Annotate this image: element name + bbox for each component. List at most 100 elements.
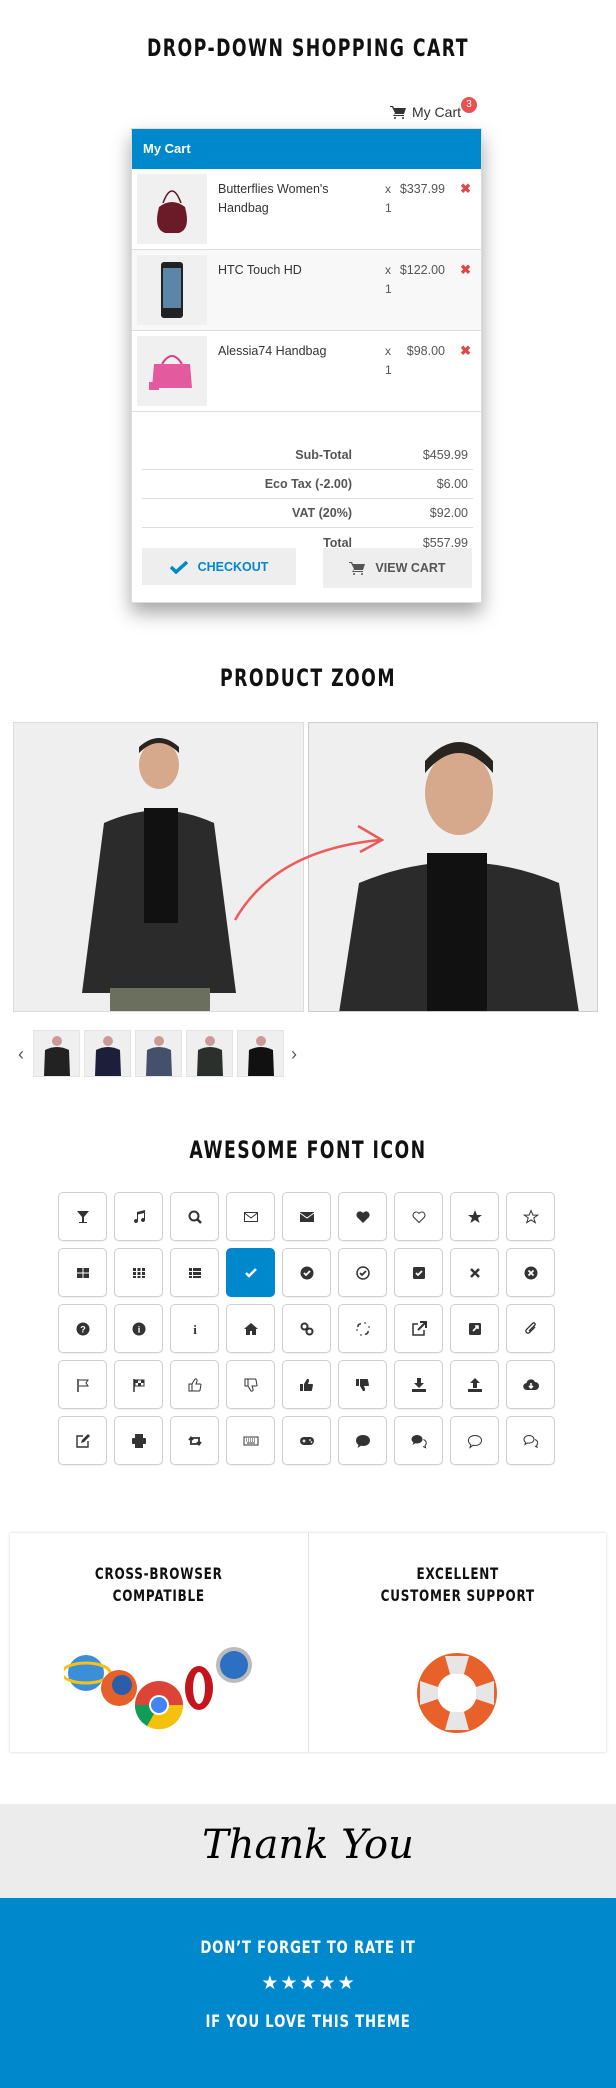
thumbnail[interactable] (186, 1030, 233, 1077)
svg-text:i: i (193, 1322, 197, 1337)
star-icon[interactable]: ★ (261, 1972, 278, 1995)
download-icon (411, 1377, 426, 1392)
glass-icon (76, 1210, 89, 1223)
icon-tile[interactable] (506, 1360, 555, 1409)
cart-item-name[interactable]: HTC Touch HD (218, 261, 368, 280)
icon-tile[interactable] (58, 1416, 107, 1465)
icon-tile[interactable] (170, 1360, 219, 1409)
icon-tile[interactable] (338, 1192, 387, 1241)
thumbnail[interactable] (33, 1030, 80, 1077)
icon-tile[interactable] (282, 1248, 331, 1297)
icon-tile[interactable] (226, 1192, 275, 1241)
pencil-square-o-icon (75, 1433, 90, 1448)
cart-item-name[interactable]: Butterflies Women's Handbag (218, 180, 368, 218)
cart-dropdown: My Cart Butterflies Women's Handbag x 1 … (131, 128, 482, 603)
icon-tile[interactable] (394, 1360, 443, 1409)
icon-tile[interactable] (114, 1360, 163, 1409)
cart-item: Alessia74 Handbag x 1 $98.00 ✖ (132, 331, 481, 412)
icon-tile[interactable] (338, 1248, 387, 1297)
cart-item-price: $337.99 (399, 182, 445, 196)
view-cart-button[interactable]: VIEW CART (323, 548, 472, 588)
product-thumbnail[interactable] (137, 255, 207, 325)
icon-tile[interactable]: i (170, 1304, 219, 1353)
icon-tile[interactable] (226, 1416, 275, 1465)
icon-tile[interactable] (226, 1304, 275, 1353)
cart-item-name[interactable]: Alessia74 Handbag (218, 342, 368, 361)
icon-tile[interactable] (114, 1192, 163, 1241)
icon-tile[interactable] (394, 1192, 443, 1241)
thumbnail[interactable] (84, 1030, 131, 1077)
icon-tile[interactable] (394, 1416, 443, 1465)
my-cart-trigger[interactable]: My Cart 3 (390, 97, 477, 124)
vat-row: VAT (20%) $92.00 (142, 499, 473, 528)
icon-tile[interactable] (338, 1360, 387, 1409)
icon-tile[interactable] (282, 1304, 331, 1353)
icon-tile[interactable] (394, 1304, 443, 1353)
remove-item-icon[interactable]: ✖ (460, 262, 471, 278)
product-main-image[interactable] (13, 722, 304, 1012)
home-icon (243, 1322, 258, 1335)
icon-tile[interactable] (226, 1248, 275, 1297)
icon-tile[interactable] (282, 1416, 331, 1465)
browser-logos-icon (63, 1647, 252, 1730)
music-icon (133, 1209, 145, 1223)
icon-tile[interactable] (170, 1416, 219, 1465)
icon-tile[interactable]: i (114, 1304, 163, 1353)
comment-icon (355, 1434, 370, 1448)
icon-tile[interactable] (114, 1416, 163, 1465)
product-thumbnail[interactable] (137, 336, 207, 406)
star-icon[interactable]: ★ (280, 1972, 297, 1995)
icon-tile[interactable] (58, 1192, 107, 1241)
thumbnails-prev-icon[interactable]: ‹ (18, 1044, 24, 1065)
icon-tile[interactable] (450, 1360, 499, 1409)
total-value: $6.00 (436, 477, 468, 491)
envelope-icon (299, 1211, 314, 1222)
icon-tile[interactable] (338, 1304, 387, 1353)
icon-tile[interactable] (114, 1248, 163, 1297)
icons-section-title: AWESOME FONT ICON (189, 1136, 427, 1164)
feature-title-line: CUSTOMER SUPPORT (380, 1586, 535, 1605)
remove-item-icon[interactable]: ✖ (460, 343, 471, 359)
checkout-button[interactable]: CHECKOUT (142, 548, 296, 585)
icon-tile[interactable] (450, 1416, 499, 1465)
icon-tile[interactable] (506, 1248, 555, 1297)
link-icon (300, 1322, 313, 1335)
remove-item-icon[interactable]: ✖ (460, 181, 471, 197)
my-cart-label: My Cart (412, 104, 461, 120)
star-o-icon (522, 1208, 539, 1224)
icon-tile[interactable] (450, 1192, 499, 1241)
icon-tile[interactable] (506, 1304, 555, 1353)
icon-tile[interactable] (58, 1248, 107, 1297)
thank-you-band: Thank You (0, 1804, 616, 1898)
check-circle-o-icon (355, 1265, 370, 1280)
check-circle-icon (300, 1266, 313, 1279)
thumbnail[interactable] (237, 1030, 284, 1077)
icon-tile[interactable] (450, 1304, 499, 1353)
icon-tile[interactable] (506, 1416, 555, 1465)
icon-tile[interactable] (394, 1248, 443, 1297)
rating-stars[interactable]: ★ ★ ★ ★ ★ (0, 1972, 616, 1995)
icon-tile[interactable] (170, 1248, 219, 1297)
checkout-label: CHECKOUT (197, 559, 269, 574)
features-panel: CROSS-BROWSER COMPATIBLE EXCELLENT CUSTO… (10, 1533, 606, 1752)
icon-tile[interactable]: ? (58, 1304, 107, 1353)
icon-tile[interactable] (282, 1192, 331, 1241)
thumbnail[interactable] (135, 1030, 182, 1077)
star-icon[interactable]: ★ (338, 1972, 355, 1995)
icon-tile[interactable] (450, 1248, 499, 1297)
icon-tile[interactable] (170, 1192, 219, 1241)
icon-tile[interactable] (58, 1360, 107, 1409)
star-icon[interactable]: ★ (319, 1972, 336, 1995)
feature-title-line: COMPATIBLE (112, 1586, 205, 1605)
icon-tile[interactable] (506, 1192, 555, 1241)
icon-tile[interactable] (226, 1360, 275, 1409)
thumbnails-next-icon[interactable]: › (291, 1044, 297, 1065)
star-icon[interactable]: ★ (299, 1972, 316, 1995)
product-thumbnail[interactable] (137, 174, 207, 244)
cart-item-qty: x 1 (385, 263, 392, 296)
icon-tile[interactable] (282, 1360, 331, 1409)
icon-tile[interactable] (338, 1416, 387, 1465)
cart-totals: Sub-Total $459.99 Eco Tax (-2.00) $6.00 … (142, 441, 473, 557)
unlink-icon (355, 1321, 370, 1336)
star-icon (467, 1209, 482, 1223)
